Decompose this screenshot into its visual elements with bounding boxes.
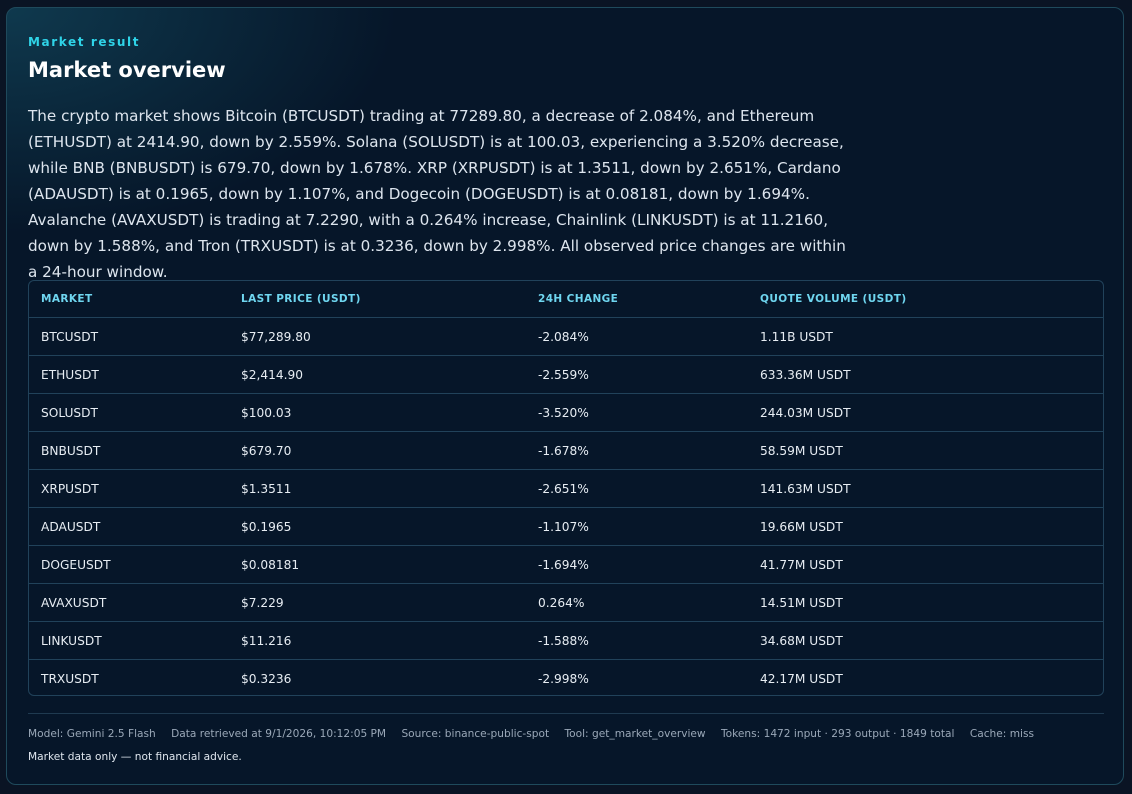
quote-volume-cell: 19.66M USDT [748, 507, 1103, 546]
table-row: LINKUSDT $11.216 -1.588% 34.68M USDT [29, 621, 1103, 660]
change-cell: -2.084% [526, 317, 748, 356]
market-result-card: Market result Market overview The crypto… [6, 7, 1124, 785]
quote-volume-cell: 1.11B USDT [748, 317, 1103, 356]
response-metadata: Model: Gemini 2.5 Flash Data retrieved a… [28, 728, 1046, 740]
last-price-cell: $1.3511 [229, 469, 526, 508]
market-cell: ADAUSDT [29, 507, 229, 546]
market-table-container: MARKET LAST PRICE (USDT) 24H CHANGE QUOT… [28, 280, 1104, 696]
footer-divider [28, 713, 1104, 714]
table-row: DOGEUSDT $0.08181 -1.694% 41.77M USDT [29, 545, 1103, 584]
table-row: ETHUSDT $2,414.90 -2.559% 633.36M USDT [29, 355, 1103, 394]
last-price-cell: $0.1965 [229, 507, 526, 546]
market-table: MARKET LAST PRICE (USDT) 24H CHANGE QUOT… [29, 281, 1103, 696]
table-row: BNBUSDT $679.70 -1.678% 58.59M USDT [29, 431, 1103, 470]
change-cell: -1.107% [526, 507, 748, 546]
last-price-cell: $2,414.90 [229, 355, 526, 394]
quote-volume-cell: 244.03M USDT [748, 393, 1103, 432]
table-row: TRXUSDT $0.3236 -2.998% 42.17M USDT [29, 660, 1103, 696]
market-cell: BTCUSDT [29, 317, 229, 356]
quote-volume-cell: 141.63M USDT [748, 469, 1103, 508]
column-header-24h-change: 24H CHANGE [526, 281, 748, 318]
quote-volume-cell: 42.17M USDT [760, 671, 843, 686]
cache-status: Cache: miss [969, 728, 1035, 740]
table-row: ADAUSDT $0.1965 -1.107% 19.66M USDT [29, 507, 1103, 546]
table-header-row: MARKET LAST PRICE (USDT) 24H CHANGE QUOT… [29, 281, 1103, 318]
quote-volume-cell: 633.36M USDT [748, 355, 1103, 394]
last-price-cell: $679.70 [229, 431, 526, 470]
table-row: AVAXUSDT $7.229 0.264% 14.51M USDT [29, 583, 1103, 622]
market-cell: XRPUSDT [29, 469, 229, 508]
card-eyebrow: Market result [28, 35, 141, 49]
market-cell: TRXUSDT [41, 671, 99, 686]
last-price-cell: $0.08181 [229, 545, 526, 584]
change-cell: -1.588% [526, 621, 748, 660]
column-header-quote-volume: QUOTE VOLUME (USDT) [748, 281, 1103, 318]
quote-volume-cell: 41.77M USDT [748, 545, 1103, 584]
quote-volume-cell: 58.59M USDT [748, 431, 1103, 470]
market-cell: BNBUSDT [29, 431, 229, 470]
market-cell: AVAXUSDT [29, 583, 229, 622]
change-cell: -2.559% [526, 355, 748, 394]
change-cell: 0.264% [526, 583, 748, 622]
last-price-cell: $7.229 [229, 583, 526, 622]
market-cell: ETHUSDT [29, 355, 229, 394]
market-summary-text: The crypto market shows Bitcoin (BTCUSDT… [28, 107, 846, 281]
change-cell: -3.520% [526, 393, 748, 432]
table-row: SOLUSDT $100.03 -3.520% 244.03M USDT [29, 393, 1103, 432]
change-cell: -1.694% [526, 545, 748, 584]
page-title: Market overview [28, 58, 226, 82]
column-header-market: MARKET [29, 281, 229, 318]
table-row: BTCUSDT $77,289.80 -2.084% 1.11B USDT [29, 317, 1103, 356]
data-source: Source: binance-public-spot [401, 728, 550, 740]
market-cell: DOGEUSDT [29, 545, 229, 584]
retrieved-timestamp: Data retrieved at 9/1/2026, 10:12:05 PM [171, 728, 387, 740]
model-info: Model: Gemini 2.5 Flash [28, 728, 156, 740]
table-row: XRPUSDT $1.3511 -2.651% 141.63M USDT [29, 469, 1103, 508]
change-cell: -2.998% [538, 671, 589, 686]
column-header-last-price: LAST PRICE (USDT) [229, 281, 526, 318]
last-price-cell: $0.3236 [241, 671, 292, 686]
change-cell: -1.678% [526, 431, 748, 470]
change-cell: -2.651% [526, 469, 748, 508]
market-cell: SOLUSDT [29, 393, 229, 432]
token-usage: Tokens: 1472 input · 293 output · 1849 t… [720, 728, 955, 740]
last-price-cell: $100.03 [229, 393, 526, 432]
market-cell: LINKUSDT [29, 621, 229, 660]
last-price-cell: $11.216 [229, 621, 526, 660]
tool-name: Tool: get_market_overview [564, 728, 706, 740]
disclaimer-text: Market data only — not financial advice. [28, 751, 242, 763]
quote-volume-cell: 14.51M USDT [748, 583, 1103, 622]
quote-volume-cell: 34.68M USDT [748, 621, 1103, 660]
last-price-cell: $77,289.80 [229, 317, 526, 356]
